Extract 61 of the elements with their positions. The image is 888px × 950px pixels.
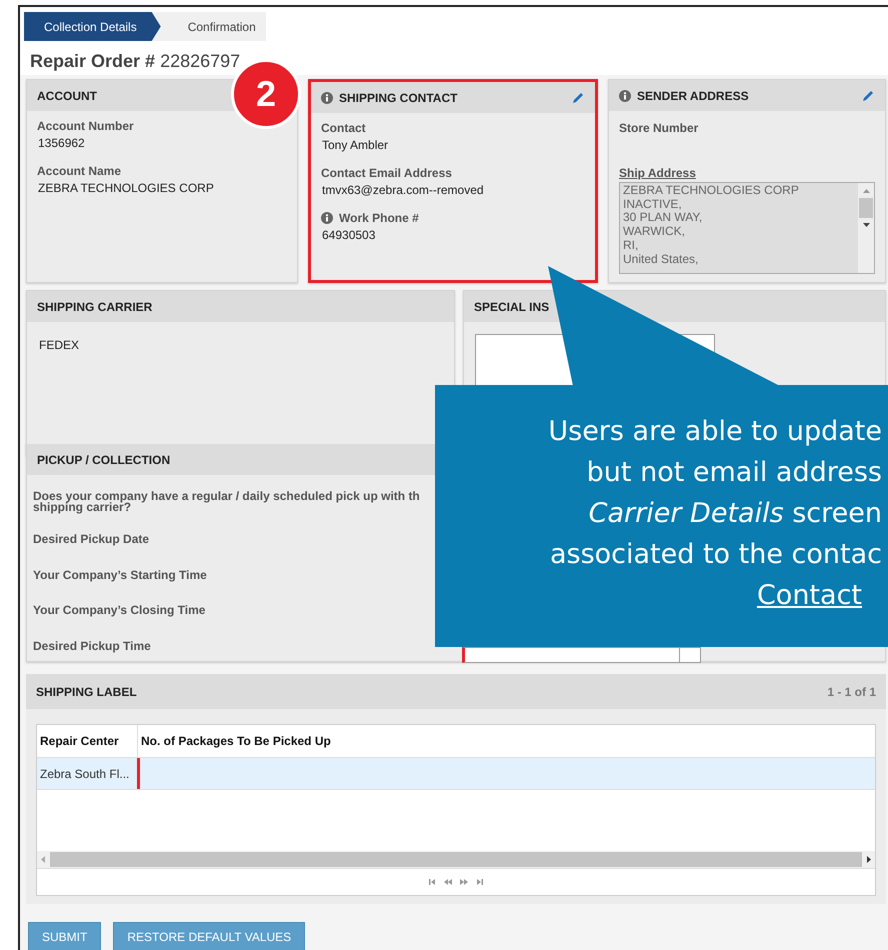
field-label: Ship Address [619,166,697,180]
question-text: Does your company have a regular / daily scheduled pick up with th [33,491,420,502]
address-line: 30 PLAN WAY, [623,211,704,226]
first-page-icon[interactable] [429,878,436,886]
panel-title: SPECIAL INS [474,300,550,314]
info-icon [321,212,333,224]
field-label: Your Company’s Closing Time [33,603,206,617]
address-line: RI, [623,238,640,253]
scrollbar-thumb[interactable] [50,852,862,867]
last-page-icon[interactable] [476,878,483,886]
next-page-icon[interactable] [460,878,468,886]
field-label: Your Company’s Starting Time [33,568,207,582]
field-value: ZEBRA TECHNOLOGIES CORP [38,181,215,195]
callout-text: but not email address [586,456,882,490]
field-label: Desired Pickup Time [33,638,151,652]
column-header[interactable]: No. of Packages To Be Picked Up [137,725,875,757]
wizard-step[interactable]: Collection Details [24,12,161,41]
scroll-up-icon[interactable] [862,187,870,194]
field-label: Store Number [619,121,700,135]
pencil-icon[interactable] [571,90,585,104]
scroll-right-icon[interactable] [866,855,872,864]
callout-text: Users are able to update [547,415,882,449]
callout-text: Carrier Details screen [588,497,882,531]
record-count: 1 - 1 of 1 [827,684,876,698]
field-label: Desired Pickup Date [33,532,150,546]
field-label: Account Number [37,119,134,133]
field-label: Account Name [37,164,122,178]
callout-text: associated to the contac [548,538,882,572]
panel-title: ACCOUNT [37,88,97,102]
address-line: WARWICK, [623,225,686,239]
pickup-time-dropdown[interactable] [462,646,701,662]
info-icon [619,90,631,102]
scroll-left-icon[interactable] [40,855,46,864]
question-text: shipping carrier? [33,502,132,513]
field-label: Contact [321,121,366,135]
field-value: Tony Ambler [322,138,390,152]
address-line: ZEBRA TECHNOLOGIES CORP [623,184,800,198]
field-value: tmvx63@zebra.com--removed [322,183,485,197]
scrollbar-thumb[interactable] [859,198,873,218]
address-line: United States, [623,252,700,266]
wizard-step[interactable]: Confirmation [152,12,266,41]
previous-page-icon[interactable] [444,878,452,886]
panel-title: SHIPPING CARRIER [37,300,152,314]
field-value: FEDEX [39,338,80,352]
panel-title: SENDER ADDRESS [637,88,749,102]
pencil-icon[interactable] [861,88,875,102]
table-row[interactable]: Zebra South Fl... [37,758,875,790]
panel-title: SHIPPING CONTACT [339,90,458,104]
field-value: 1356962 [38,136,86,150]
address-field[interactable]: ZEBRA TECHNOLOGIES CORP INACTIVE, 30 PLAN WAY, WARWICK, RI, United States, [619,182,875,274]
callout-link[interactable]: Contact [445,575,882,616]
field-value: 64930503 [322,228,376,242]
field-label: Work Phone # [339,211,419,225]
panel-title: PICKUP / COLLECTION [37,452,170,466]
field-label: Contact Email Address [321,166,452,180]
scroll-down-icon[interactable] [862,222,870,229]
address-line: INACTIVE, [623,198,683,212]
panel-title: SHIPPING LABEL [36,684,137,698]
info-icon [321,92,333,104]
table-cell-text: Zebra South Fl... [39,766,130,782]
column-header[interactable]: Repair Center [37,725,137,757]
